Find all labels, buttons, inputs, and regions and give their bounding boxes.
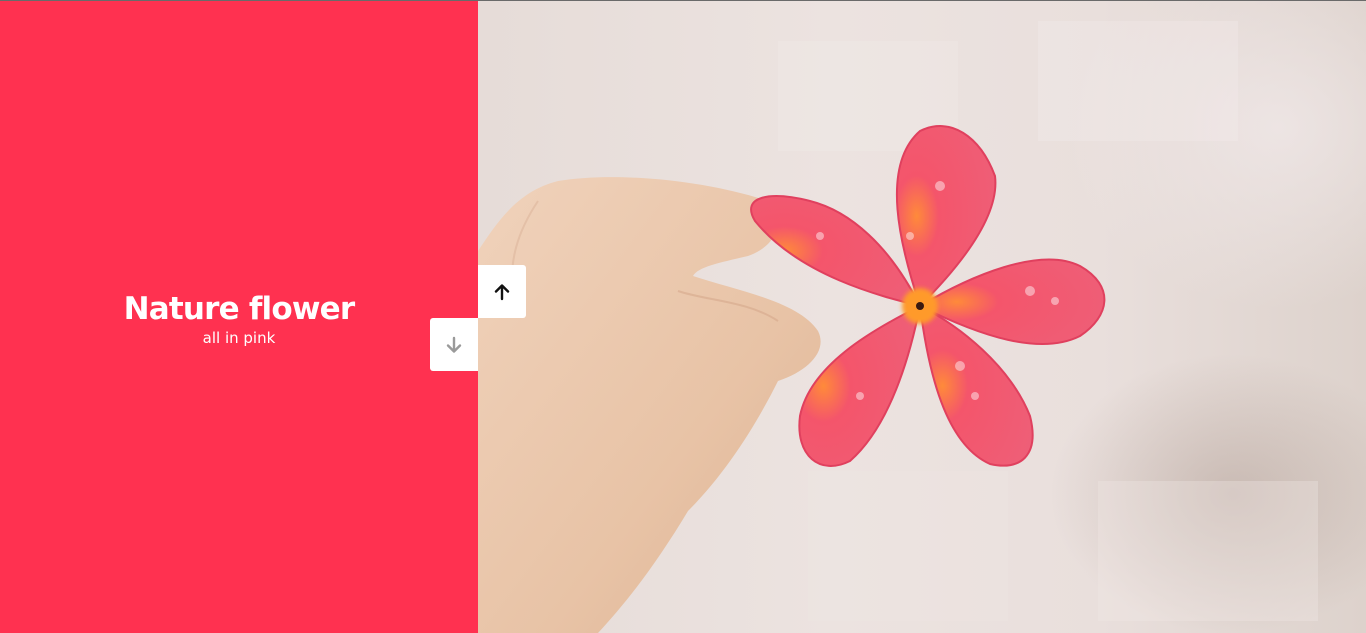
slide-down-button[interactable] bbox=[430, 318, 478, 371]
vertical-split-slider: Nature flower all in pink bbox=[0, 1, 1366, 633]
top-border bbox=[0, 0, 1366, 1]
slide-title: Nature flower bbox=[123, 291, 356, 327]
arrow-up-icon bbox=[494, 283, 510, 300]
flower-shape bbox=[750, 125, 1106, 467]
slide-caption: Nature flower all in pink bbox=[123, 291, 356, 347]
slide-up-button[interactable] bbox=[478, 265, 526, 318]
arrow-down-icon bbox=[446, 336, 462, 353]
slide-image-panel bbox=[478, 1, 1366, 633]
hand-shape bbox=[478, 177, 821, 633]
slide-subtitle: all in pink bbox=[202, 329, 276, 347]
flower-photo bbox=[478, 21, 1318, 633]
slide-text-panel: Nature flower all in pink bbox=[0, 1, 478, 633]
